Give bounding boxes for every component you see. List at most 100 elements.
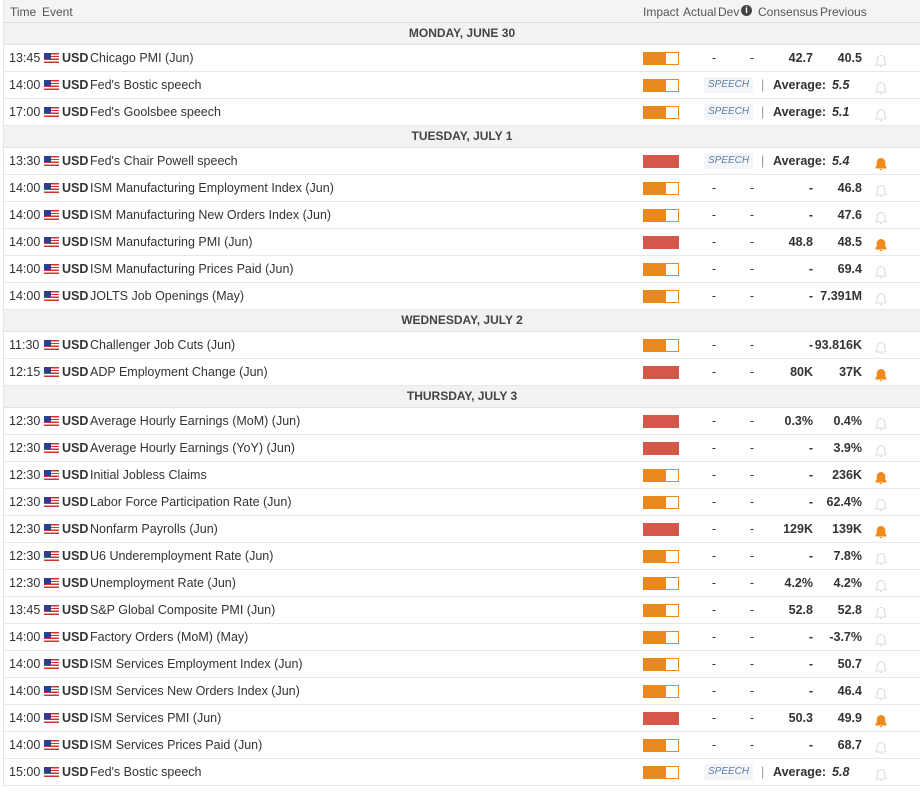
bell-active-icon[interactable] [874, 235, 888, 252]
col-time[interactable]: Time [10, 5, 36, 19]
event-name[interactable]: ISM Manufacturing Prices Paid (Jun) [90, 256, 294, 282]
event-row[interactable]: 12:30 USD Average Hourly Earnings (MoM) … [4, 408, 920, 435]
event-row[interactable]: 14:00 USD ISM Services PMI (Jun) - - 50.… [4, 705, 920, 732]
event-row[interactable]: 14:00 USD ISM Services New Orders Index … [4, 678, 920, 705]
event-name[interactable]: ADP Employment Change (Jun) [90, 359, 268, 385]
bell-icon[interactable] [874, 603, 888, 620]
event-name[interactable]: Fed's Chair Powell speech [90, 148, 238, 174]
bell-icon[interactable] [874, 51, 888, 68]
event-row[interactable]: 12:30 USD Labor Force Participation Rate… [4, 489, 920, 516]
average-value: Average: 5.1 [773, 99, 849, 125]
event-row[interactable]: 14:00 USD JOLTS Job Openings (May) - - -… [4, 283, 920, 310]
previous-value: 7.8% [833, 549, 863, 563]
event-row[interactable]: 14:00 USD Factory Orders (MoM) (May) - -… [4, 624, 920, 651]
event-name[interactable]: ISM Services PMI (Jun) [90, 705, 221, 731]
event-row[interactable]: 14:00 USD ISM Services Employment Index … [4, 651, 920, 678]
event-name[interactable]: Average Hourly Earnings (MoM) (Jun) [90, 408, 300, 434]
bell-icon[interactable] [874, 338, 888, 355]
col-actual[interactable]: Actual [683, 5, 716, 19]
average-number: 5.8 [832, 765, 850, 779]
event-row[interactable]: 12:30 USD Nonfarm Payrolls (Jun) - - 129… [4, 516, 920, 543]
event-row[interactable]: 12:30 USD Average Hourly Earnings (YoY) … [4, 435, 920, 462]
event-name[interactable]: JOLTS Job Openings (May) [90, 283, 244, 309]
event-row[interactable]: 17:00 USD Fed's Goolsbee speech SPEECH |… [4, 99, 920, 126]
event-name[interactable]: Challenger Job Cuts (Jun) [90, 332, 235, 358]
event-name[interactable]: Nonfarm Payrolls (Jun) [90, 516, 218, 542]
event-name[interactable]: S&P Global Composite PMI (Jun) [90, 597, 275, 623]
previous-value: 49.9 [837, 711, 862, 725]
event-row[interactable]: 12:30 USD U6 Underemployment Rate (Jun) … [4, 543, 920, 570]
actual-value: - [711, 711, 717, 725]
event-row[interactable]: 12:30 USD Unemployment Rate (Jun) - - 4.… [4, 570, 920, 597]
event-name[interactable]: U6 Underemployment Rate (Jun) [90, 543, 273, 569]
event-row[interactable]: 14:00 USD ISM Services Prices Paid (Jun)… [4, 732, 920, 759]
bell-active-icon[interactable] [874, 365, 888, 382]
col-previous[interactable]: Previous [820, 5, 867, 19]
event-name[interactable]: Fed's Bostic speech [90, 759, 201, 785]
bell-active-icon[interactable] [874, 468, 888, 485]
event-name[interactable]: Initial Jobless Claims [90, 462, 207, 488]
actual-value: - [711, 630, 717, 644]
bell-icon[interactable] [874, 289, 888, 306]
us-flag-icon [44, 80, 59, 90]
col-dev[interactable]: Dev [718, 5, 739, 19]
event-row[interactable]: 14:00 USD ISM Manufacturing New Orders I… [4, 202, 920, 229]
dev-value: - [749, 630, 755, 644]
bell-icon[interactable] [874, 414, 888, 431]
event-row[interactable]: 14:00 USD Fed's Bostic speech SPEECH | A… [4, 72, 920, 99]
event-row[interactable]: 13:30 USD Fed's Chair Powell speech SPEE… [4, 148, 920, 175]
event-name[interactable]: Labor Force Participation Rate (Jun) [90, 489, 291, 515]
bell-icon[interactable] [874, 208, 888, 225]
actual-value: - [711, 208, 717, 222]
event-name[interactable]: ISM Services Employment Index (Jun) [90, 651, 303, 677]
event-name[interactable]: ISM Manufacturing Employment Index (Jun) [90, 175, 334, 201]
bell-active-icon[interactable] [874, 154, 888, 171]
info-icon[interactable]: i [741, 5, 752, 16]
us-flag-icon [44, 713, 59, 723]
event-name[interactable]: Chicago PMI (Jun) [90, 45, 194, 71]
consensus-value: - [808, 262, 813, 276]
event-name[interactable]: ISM Services Prices Paid (Jun) [90, 732, 262, 758]
bell-icon[interactable] [874, 738, 888, 755]
bell-icon[interactable] [874, 549, 888, 566]
event-name[interactable]: Fed's Goolsbee speech [90, 99, 221, 125]
dev-value: - [749, 51, 755, 65]
dev-value: - [749, 522, 755, 536]
bell-icon[interactable] [874, 657, 888, 674]
event-row[interactable]: 11:30 USD Challenger Job Cuts (Jun) - - … [4, 332, 920, 359]
event-row[interactable]: 15:00 USD Fed's Bostic speech SPEECH | A… [4, 759, 920, 786]
event-row[interactable]: 13:45 USD Chicago PMI (Jun) - - 42.7 40.… [4, 45, 920, 72]
bell-icon[interactable] [874, 495, 888, 512]
event-name[interactable]: Fed's Bostic speech [90, 72, 201, 98]
currency: USD [62, 630, 89, 644]
col-event[interactable]: Event [42, 5, 73, 19]
bell-icon[interactable] [874, 441, 888, 458]
impact-medium-indicator [643, 766, 679, 779]
event-row[interactable]: 14:00 USD ISM Manufacturing PMI (Jun) - … [4, 229, 920, 256]
col-consensus[interactable]: Consensus [758, 5, 818, 19]
event-row[interactable]: 14:00 USD ISM Manufacturing Employment I… [4, 175, 920, 202]
bell-icon[interactable] [874, 105, 888, 122]
event-name[interactable]: ISM Services New Orders Index (Jun) [90, 678, 300, 704]
bell-active-icon[interactable] [874, 522, 888, 539]
event-name[interactable]: ISM Manufacturing PMI (Jun) [90, 229, 253, 255]
event-row[interactable]: 14:00 USD ISM Manufacturing Prices Paid … [4, 256, 920, 283]
bell-icon[interactable] [874, 765, 888, 782]
event-name[interactable]: Factory Orders (MoM) (May) [90, 624, 248, 650]
bell-icon[interactable] [874, 630, 888, 647]
bell-icon[interactable] [874, 684, 888, 701]
event-row[interactable]: 13:45 USD S&P Global Composite PMI (Jun)… [4, 597, 920, 624]
event-row[interactable]: 12:30 USD Initial Jobless Claims - - - 2… [4, 462, 920, 489]
event-name[interactable]: ISM Manufacturing New Orders Index (Jun) [90, 202, 331, 228]
event-name[interactable]: Unemployment Rate (Jun) [90, 570, 236, 596]
bell-icon[interactable] [874, 181, 888, 198]
bell-icon[interactable] [874, 78, 888, 95]
col-impact[interactable]: Impact [643, 5, 679, 19]
currency: USD [62, 495, 89, 509]
event-row[interactable]: 12:15 USD ADP Employment Change (Jun) - … [4, 359, 920, 386]
consensus-value: 4.2% [784, 576, 814, 590]
bell-icon[interactable] [874, 576, 888, 593]
bell-active-icon[interactable] [874, 711, 888, 728]
event-name[interactable]: Average Hourly Earnings (YoY) (Jun) [90, 435, 295, 461]
bell-icon[interactable] [874, 262, 888, 279]
